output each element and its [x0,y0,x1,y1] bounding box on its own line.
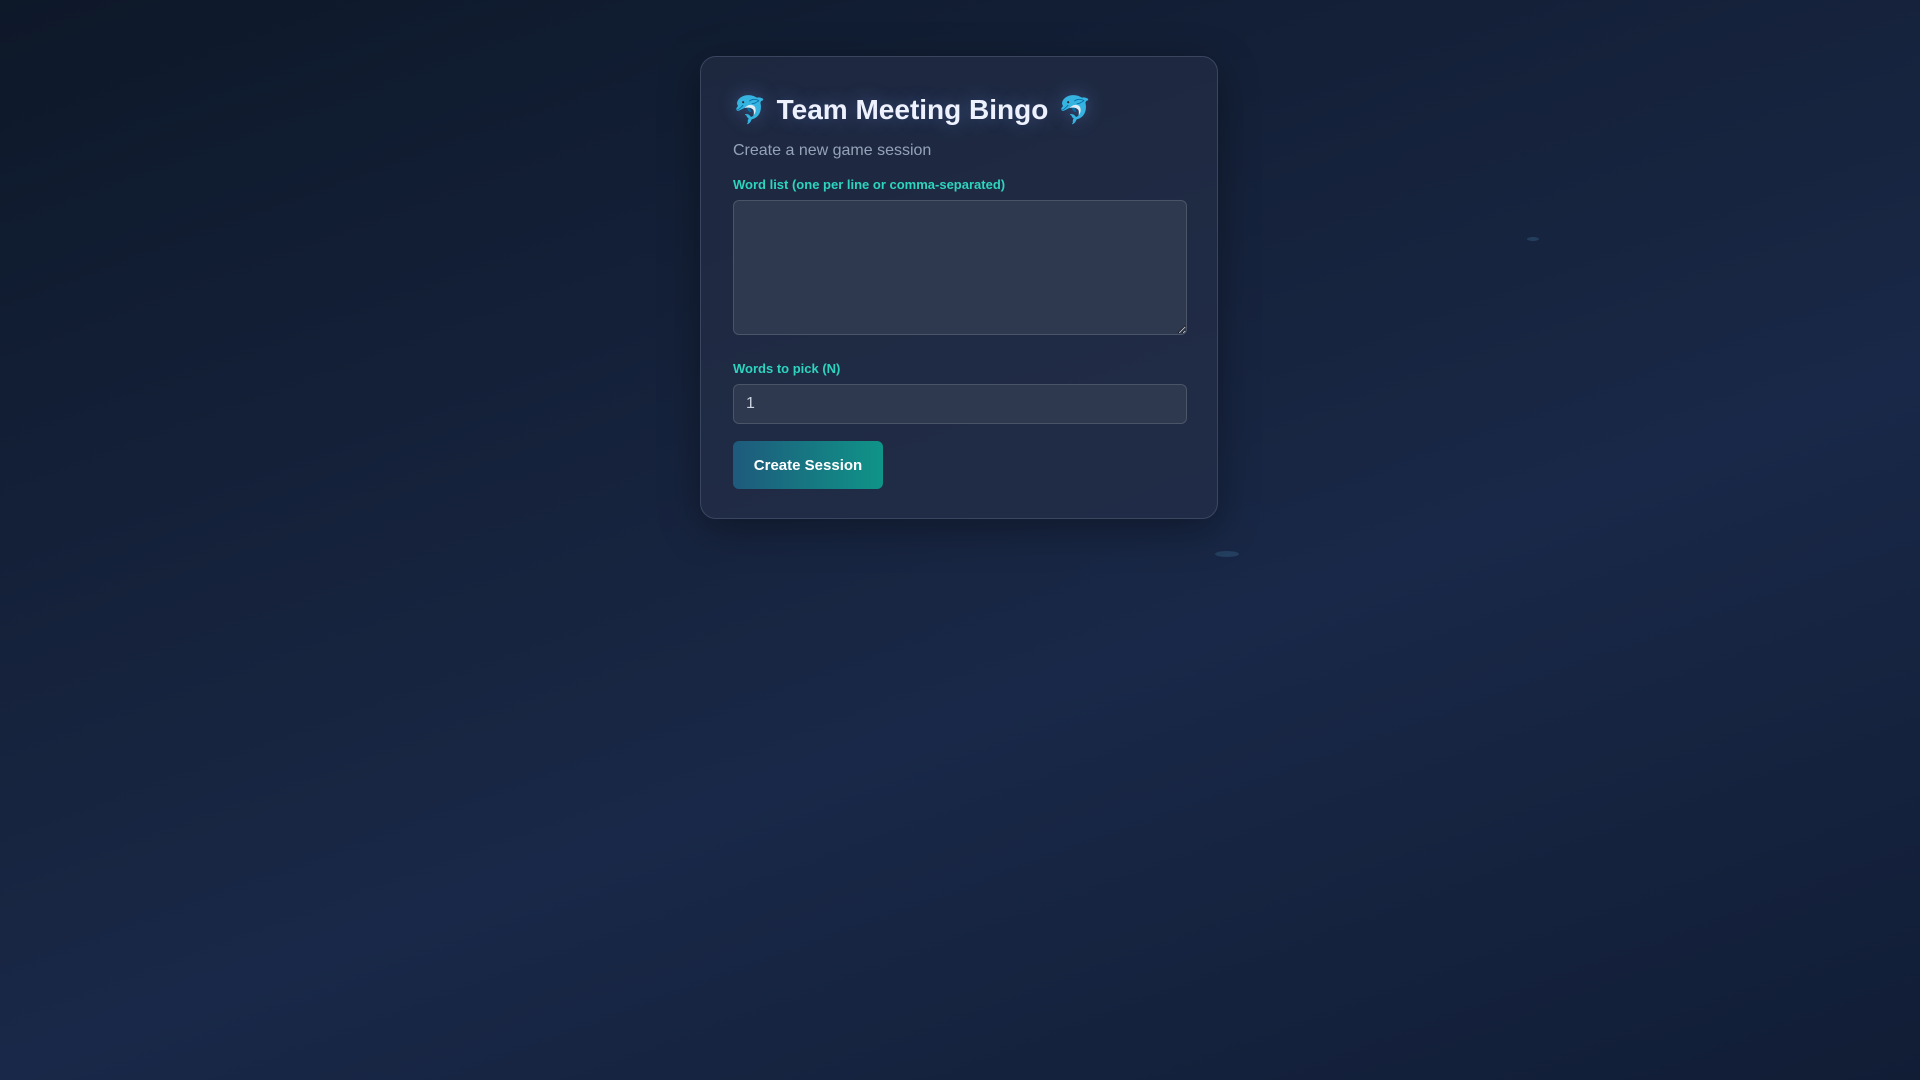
decorative-bubble [1215,551,1239,557]
create-session-card: 🐬 Team Meeting Bingo 🐬 Create a new game… [700,56,1218,519]
page-title: 🐬 Team Meeting Bingo 🐬 [733,90,1185,130]
create-session-button[interactable]: Create Session [733,441,883,489]
subtitle: Create a new game session [733,142,932,159]
word-list-input[interactable] [733,200,1187,335]
word-list-label: Word list (one per line or comma-separat… [733,177,1006,192]
dolphin-icon: 🐬 [1058,95,1092,125]
words-to-pick-input[interactable] [733,384,1187,424]
title-text: Team Meeting Bingo [776,94,1049,125]
words-to-pick-label: Words to pick (N) [733,361,841,376]
decorative-bubble [1527,237,1539,241]
dolphin-icon: 🐬 [733,95,767,125]
